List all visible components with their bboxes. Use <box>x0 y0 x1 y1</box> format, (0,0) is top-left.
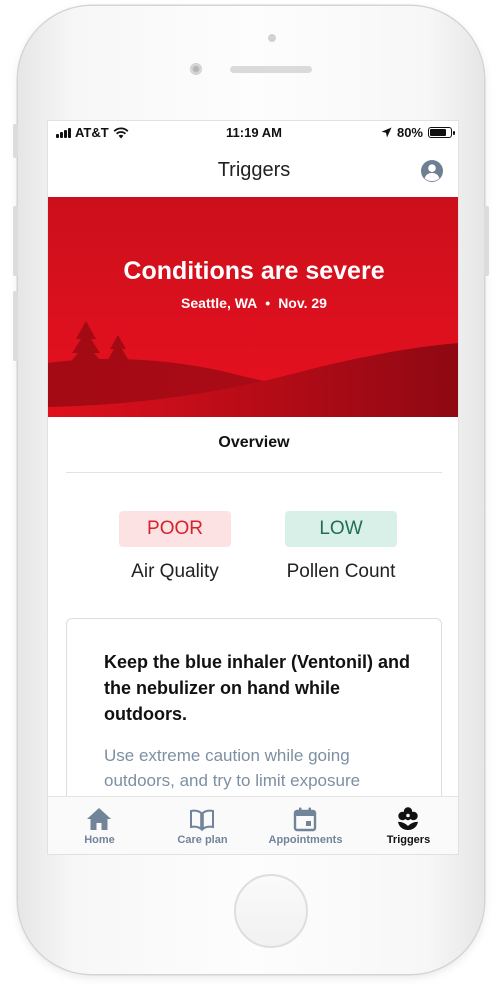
status-bar: AT&T 11:19 AM 80% <box>48 121 458 145</box>
tab-care-plan[interactable]: Care plan <box>151 797 254 854</box>
flower-icon <box>398 807 418 830</box>
volume-up-button <box>13 206 18 276</box>
tab-bar: Home Care plan Appointments Triggers <box>48 796 458 854</box>
tab-appointments[interactable]: Appointments <box>254 797 357 854</box>
battery-icon <box>428 127 455 138</box>
page-title: Triggers <box>217 159 291 181</box>
advice-heading: Keep the blue inhaler (Ventonil) and the… <box>104 652 411 724</box>
pollen-count-label: Pollen Count <box>286 561 396 582</box>
battery-level <box>430 129 446 136</box>
air-quality-label: Air Quality <box>131 561 219 582</box>
battery-percent: 80% <box>396 125 423 140</box>
mute-switch <box>13 124 18 158</box>
location-arrow-icon <box>381 127 392 138</box>
conditions-title: Conditions are severe <box>123 257 385 285</box>
home-button[interactable] <box>234 874 308 948</box>
location-label: Seattle, WA <box>181 295 258 311</box>
book-icon <box>190 809 214 832</box>
tab-appointments-label: Appointments <box>268 834 343 846</box>
home-icon <box>87 808 111 830</box>
proximity-sensor <box>268 34 276 42</box>
tab-home[interactable]: Home <box>48 797 151 854</box>
tab-triggers[interactable]: Triggers <box>357 797 458 854</box>
conditions-subtitle: Seattle, WA • Nov. 29 <box>48 295 458 311</box>
calendar-icon <box>293 807 317 832</box>
separator-dot: • <box>265 295 271 311</box>
pollen-count-metric: LOW Pollen Count <box>285 511 397 583</box>
volume-down-button <box>13 291 18 361</box>
date-label: Nov. 29 <box>278 295 327 311</box>
tab-triggers-label: Triggers <box>386 834 431 846</box>
pollen-count-badge: LOW <box>285 511 397 547</box>
earpiece-speaker <box>230 66 312 73</box>
air-quality-metric: POOR Air Quality <box>119 511 231 583</box>
advice-body: Use extreme caution while going outdoors… <box>104 746 361 790</box>
app-screen: AT&T 11:19 AM 80% Triggers Conditions ar… <box>47 120 459 855</box>
tab-care-plan-label: Care plan <box>177 834 228 846</box>
air-quality-badge: POOR <box>119 511 231 547</box>
user-circle-icon[interactable] <box>420 159 444 183</box>
conditions-banner: Conditions are severe Seattle, WA • Nov.… <box>48 197 458 417</box>
nav-bar: Triggers <box>48 145 458 197</box>
power-button <box>484 206 489 276</box>
front-camera <box>190 63 202 75</box>
tab-home-label: Home <box>84 834 115 846</box>
overview-heading: Overview <box>66 417 442 473</box>
